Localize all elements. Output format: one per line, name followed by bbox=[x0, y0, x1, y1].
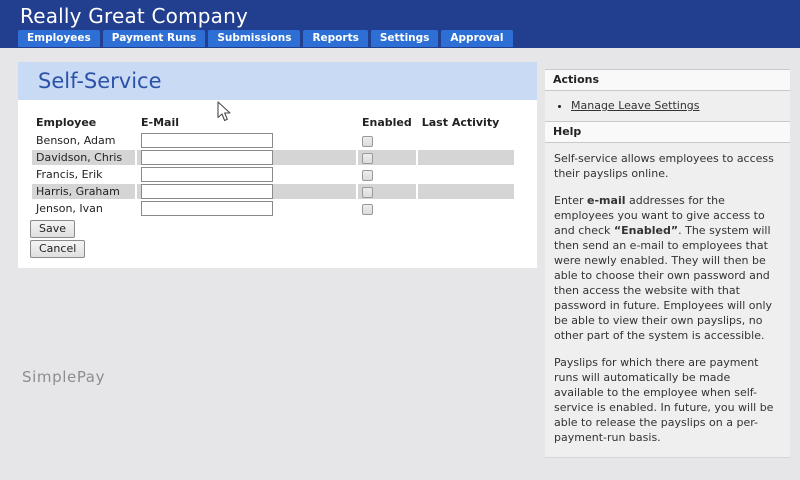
nav-tab-reports[interactable]: Reports bbox=[303, 30, 367, 47]
nav-tab-settings[interactable]: Settings bbox=[371, 30, 439, 47]
sidebar: Actions Manage Leave Settings Help Self-… bbox=[545, 69, 790, 458]
last-activity-value bbox=[418, 133, 514, 148]
last-activity-value bbox=[418, 167, 514, 182]
self-service-panel: Self-Service Employee E-Mail Enabled Las… bbox=[18, 62, 537, 268]
table-row: Davidson, Chris bbox=[32, 150, 514, 165]
enabled-checkbox[interactable] bbox=[362, 204, 373, 215]
employee-name: Davidson, Chris bbox=[32, 150, 135, 165]
nav-tab-approval[interactable]: Approval bbox=[441, 30, 512, 47]
employee-name: Harris, Graham bbox=[32, 184, 135, 199]
column-header-last-activity: Last Activity bbox=[418, 114, 514, 131]
email-input[interactable] bbox=[141, 150, 273, 165]
actions-section-header: Actions bbox=[545, 69, 790, 91]
manage-leave-settings-link[interactable]: Manage Leave Settings bbox=[571, 99, 700, 112]
help-section-header: Help bbox=[545, 121, 790, 143]
simplepay-logo: SimplePay bbox=[22, 368, 105, 386]
nav-tab-payment-runs[interactable]: Payment Runs bbox=[103, 30, 206, 47]
column-header-enabled: Enabled bbox=[358, 114, 416, 131]
column-header-employee: Employee bbox=[32, 114, 135, 131]
last-activity-value bbox=[418, 150, 514, 165]
enabled-checkbox[interactable] bbox=[362, 153, 373, 164]
cancel-button[interactable]: Cancel bbox=[30, 240, 85, 258]
actions-section-body: Manage Leave Settings bbox=[545, 91, 790, 121]
email-input[interactable] bbox=[141, 133, 273, 148]
table-row: Francis, Erik bbox=[32, 167, 514, 182]
table-header-row: Employee E-Mail Enabled Last Activity bbox=[32, 114, 514, 131]
last-activity-value bbox=[418, 201, 514, 216]
last-activity-value bbox=[418, 184, 514, 199]
nav-tab-employees[interactable]: Employees bbox=[18, 30, 100, 47]
employee-table: Employee E-Mail Enabled Last Activity Be… bbox=[30, 112, 516, 218]
table-row: Harris, Graham bbox=[32, 184, 514, 199]
app-header: Really Great Company Employees Payment R… bbox=[0, 0, 800, 48]
company-title: Really Great Company bbox=[20, 4, 248, 28]
main-nav: Employees Payment Runs Submissions Repor… bbox=[18, 30, 513, 47]
nav-tab-submissions[interactable]: Submissions bbox=[208, 30, 300, 47]
table-row: Jenson, Ivan bbox=[32, 201, 514, 216]
enabled-checkbox[interactable] bbox=[362, 187, 373, 198]
help-paragraph: Payslips for which there are payment run… bbox=[554, 355, 781, 445]
action-list-item: Manage Leave Settings bbox=[571, 99, 782, 112]
help-paragraph: Self-service allows employees to access … bbox=[554, 151, 781, 181]
email-input[interactable] bbox=[141, 201, 273, 216]
save-button[interactable]: Save bbox=[30, 220, 75, 238]
table-row: Benson, Adam bbox=[32, 133, 514, 148]
enabled-checkbox[interactable] bbox=[362, 136, 373, 147]
email-input[interactable] bbox=[141, 167, 273, 182]
enabled-checkbox[interactable] bbox=[362, 170, 373, 181]
help-paragraph: Enter e-mail addresses for the employees… bbox=[554, 193, 781, 343]
employee-name: Jenson, Ivan bbox=[32, 201, 135, 216]
page-title-banner: Self-Service bbox=[18, 62, 537, 100]
employee-name: Benson, Adam bbox=[32, 133, 135, 148]
email-input[interactable] bbox=[141, 184, 273, 199]
column-header-email: E-Mail bbox=[137, 114, 356, 131]
help-section-body: Self-service allows employees to access … bbox=[545, 143, 790, 458]
employee-name: Francis, Erik bbox=[32, 167, 135, 182]
page-title: Self-Service bbox=[38, 69, 162, 93]
